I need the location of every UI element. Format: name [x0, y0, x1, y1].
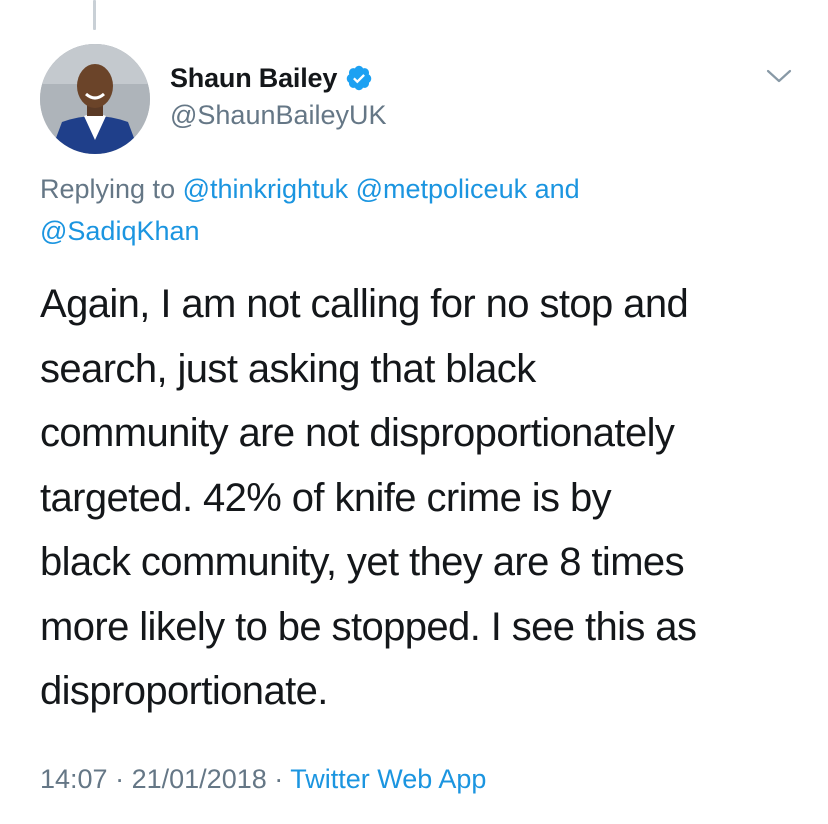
replying-to-label: Replying to — [40, 174, 176, 204]
tweet-text-line: targeted. 42% of knife crime is by — [40, 475, 612, 520]
avatar[interactable] — [40, 44, 150, 154]
tweet-text-line: disproportionate. — [40, 669, 328, 713]
display-name[interactable]: Shaun Bailey — [170, 63, 337, 94]
mention-link-metpoliceuk[interactable]: @metpoliceuk — [356, 174, 527, 204]
mention-link-thinkrightuk[interactable]: @thinkrightuk — [183, 174, 348, 204]
tweet-text-line: community are not disproportionately — [40, 411, 675, 455]
user-handle[interactable]: @ShaunBaileyUK — [170, 100, 387, 131]
tweet-text-line: black community, yet they are 8 times — [40, 540, 685, 584]
tweet-date[interactable]: 21/01/2018 — [132, 764, 267, 794]
mention-link-sadiqkhan[interactable]: @SadiqKhan — [40, 216, 200, 246]
tweet-source-link[interactable]: Twitter Web App — [290, 764, 486, 794]
tweet-metadata: 14:07 · 21/01/2018 · Twitter Web App — [40, 764, 486, 795]
display-name-row: Shaun Bailey — [170, 60, 387, 96]
avatar-photo — [40, 44, 150, 154]
tweet-text-line: more likely to be stopped. I see this as — [40, 604, 697, 649]
tweet-author: Shaun Bailey @ShaunBaileyUK — [170, 60, 387, 131]
tweet-text-line: search, just asking that black — [40, 346, 536, 391]
meta-separator: · — [115, 764, 125, 794]
chevron-down-icon[interactable] — [766, 66, 792, 86]
verified-badge-icon — [345, 64, 373, 92]
thread-connector-line — [93, 0, 96, 30]
replying-to-context: Replying to @thinkrightuk @metpoliceuk a… — [40, 168, 780, 252]
mention-and-link[interactable]: and — [535, 174, 580, 204]
tweet-time[interactable]: 14:07 — [40, 764, 108, 794]
tweet-text-line: Again, I am not calling for no stop and — [40, 282, 689, 326]
tweet-text: Again, I am not calling for no stop and … — [40, 272, 810, 724]
meta-separator: · — [274, 764, 284, 794]
